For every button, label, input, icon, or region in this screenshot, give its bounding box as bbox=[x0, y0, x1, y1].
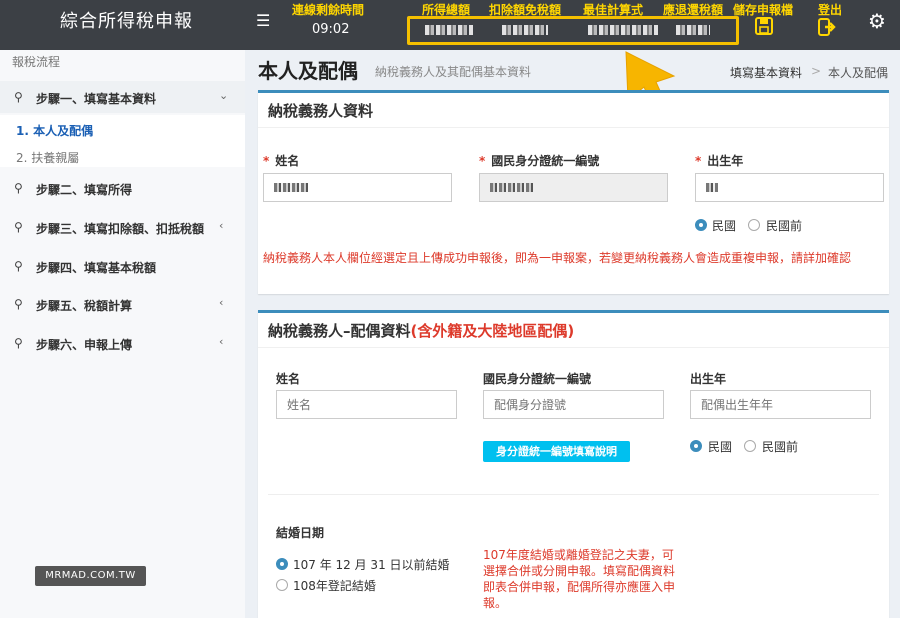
chevron-left-icon: ‹ bbox=[219, 296, 224, 309]
spouse-card-title: 納稅義務人–配偶資料(含外籍及大陸地區配偶) bbox=[268, 322, 575, 340]
marriage-before-2018-radio[interactable] bbox=[276, 558, 288, 570]
time-remaining-label: 連線剩餘時間 bbox=[292, 3, 365, 17]
id-label: * 國民身分證統一編號 bbox=[479, 154, 600, 168]
sidebar-step-label: 步驟二、填寫所得 bbox=[36, 183, 133, 197]
sidebar-step-6[interactable]: ⚲ 步驟六、申報上傳 ‹ bbox=[0, 327, 245, 359]
spouse-name-input[interactable] bbox=[276, 390, 457, 419]
link-icon: ⚲ bbox=[14, 259, 23, 273]
taxpayer-card: 納稅義務人資料 * 姓名 * 國民身分證統一編號 * 出生年 民國 民國前 納稅義務人… bbox=[258, 90, 889, 294]
era-radio-roc[interactable] bbox=[695, 219, 707, 231]
spouse-era-radio-roc-label: 民國 bbox=[708, 440, 733, 454]
id-input[interactable] bbox=[479, 173, 668, 202]
spouse-name-label: 姓名 bbox=[276, 372, 301, 386]
spouse-birth-label: 出生年 bbox=[690, 372, 727, 386]
era-radio-pre-roc-label: 民國前 bbox=[766, 219, 803, 233]
sidebar-step-1[interactable]: ⚲ 步驟一、填寫基本資料 ⌄ bbox=[0, 81, 245, 113]
marriage-2019-label: 108年登記結婚 bbox=[293, 579, 376, 593]
sidebar-step-label: 步驟六、申報上傳 bbox=[36, 338, 133, 352]
logout-icon[interactable] bbox=[818, 18, 838, 40]
marriage-before-2018-label: 107 年 12 月 31 日以前結婚 bbox=[293, 558, 450, 572]
link-icon: ⚲ bbox=[14, 220, 23, 234]
logout-label: 登出 bbox=[818, 3, 843, 17]
breadcrumb-basic-data[interactable]: 填寫基本資料 bbox=[730, 64, 802, 81]
link-icon: ⚲ bbox=[14, 297, 23, 311]
page-subtitle: 納稅義務人及其配偶基本資料 bbox=[375, 65, 532, 79]
link-icon: ⚲ bbox=[14, 336, 23, 350]
sidebar-step-2[interactable]: ⚲ 步驟二、填寫所得 bbox=[0, 172, 245, 204]
sidebar-step-label: 步驟四、填寫基本稅額 bbox=[36, 261, 157, 275]
top-header: 綜合所得稅申報 ☰ 連線剩餘時間 09:02 所得總額 扣除額免稅額 最佳計算式… bbox=[0, 0, 900, 50]
best-formula-value-blurred bbox=[588, 25, 658, 35]
deductions-value-blurred bbox=[502, 25, 548, 35]
income-total-value-blurred bbox=[425, 25, 473, 35]
page-title: 本人及配偶 bbox=[258, 59, 358, 83]
marriage-2019-radio[interactable] bbox=[276, 579, 288, 591]
era-radio-roc-label: 民國 bbox=[712, 219, 737, 233]
refund-value-blurred bbox=[676, 25, 710, 35]
link-icon: ⚲ bbox=[14, 90, 23, 104]
marriage-notice: 107年度結婚或離婚登記之夫妻，可選擇合併或分開申報。填寫配偶資料即表合併申報，… bbox=[483, 548, 676, 610]
chevron-down-icon: ⌄ bbox=[219, 89, 229, 102]
sidebar-step-label: 步驟三、填寫扣除額、扣抵稅額 bbox=[36, 222, 205, 236]
birth-year-label: * 出生年 bbox=[695, 154, 744, 168]
spouse-era-radio-roc[interactable] bbox=[690, 440, 702, 452]
sidebar-step-3[interactable]: ⚲ 步驟三、填寫扣除額、扣抵稅額 ‹ bbox=[0, 211, 245, 243]
link-icon: ⚲ bbox=[14, 181, 23, 195]
card-header: 納稅義務人資料 bbox=[258, 93, 889, 128]
taxpayer-card-title: 納稅義務人資料 bbox=[268, 102, 374, 120]
spouse-card: 納稅義務人–配偶資料(含外籍及大陸地區配偶) 姓名 國民身分證統一編號 出生年 … bbox=[258, 310, 889, 618]
sidebar-title: 報稅流程 bbox=[12, 55, 61, 69]
breadcrumb-separator: > bbox=[811, 64, 822, 78]
chevron-left-icon: ‹ bbox=[219, 219, 224, 232]
sidebar: 報稅流程 ⚲ 步驟一、填寫基本資料 ⌄ 1. 本人及配偶 2. 扶養親屬 ⚲ 步… bbox=[0, 50, 245, 618]
sidebar-step-label: 步驟五、稅額計算 bbox=[36, 299, 133, 313]
sidebar-item-dependents[interactable]: 2. 扶養親屬 bbox=[16, 149, 79, 166]
spouse-birth-input[interactable] bbox=[690, 390, 871, 419]
taxpayer-warning: 納稅義務人本人欄位經選定且上傳成功申報後，即為一申報案，若變更納稅義務人會造成重… bbox=[263, 251, 852, 265]
marriage-date-label: 結婚日期 bbox=[276, 526, 325, 540]
app-title: 綜合所得稅申報 bbox=[60, 11, 193, 32]
time-remaining-value: 09:02 bbox=[312, 22, 350, 37]
floppy-disk-icon[interactable] bbox=[754, 16, 774, 40]
site-watermark: MRMAD.COM.TW bbox=[35, 566, 146, 586]
sidebar-item-self-spouse[interactable]: 1. 本人及配偶 bbox=[16, 122, 93, 139]
spouse-era-radio-pre-roc[interactable] bbox=[744, 440, 756, 452]
chevron-left-icon: ‹ bbox=[219, 335, 224, 348]
name-input[interactable] bbox=[263, 173, 452, 202]
spouse-era-radio-pre-roc-label: 民國前 bbox=[762, 440, 799, 454]
section-divider bbox=[268, 494, 879, 495]
sidebar-step-label: 步驟一、填寫基本資料 bbox=[36, 92, 157, 106]
spouse-id-label: 國民身分證統一編號 bbox=[483, 372, 592, 386]
birth-year-input[interactable] bbox=[695, 173, 884, 202]
card-header: 納稅義務人–配偶資料(含外籍及大陸地區配偶) bbox=[258, 313, 889, 348]
sidebar-step-5[interactable]: ⚲ 步驟五、稅額計算 ‹ bbox=[0, 288, 245, 320]
breadcrumb-current: 本人及配偶 bbox=[828, 66, 889, 80]
spouse-id-input[interactable] bbox=[483, 390, 664, 419]
gear-icon[interactable]: ⚙ bbox=[868, 10, 886, 32]
id-help-button[interactable]: 身分證統一編號填寫說明 bbox=[483, 441, 630, 462]
sidebar-step-4[interactable]: ⚲ 步驟四、填寫基本稅額 bbox=[0, 250, 245, 282]
era-radio-pre-roc[interactable] bbox=[748, 219, 760, 231]
hamburger-icon[interactable]: ☰ bbox=[256, 12, 270, 30]
name-label: * 姓名 bbox=[263, 154, 300, 168]
